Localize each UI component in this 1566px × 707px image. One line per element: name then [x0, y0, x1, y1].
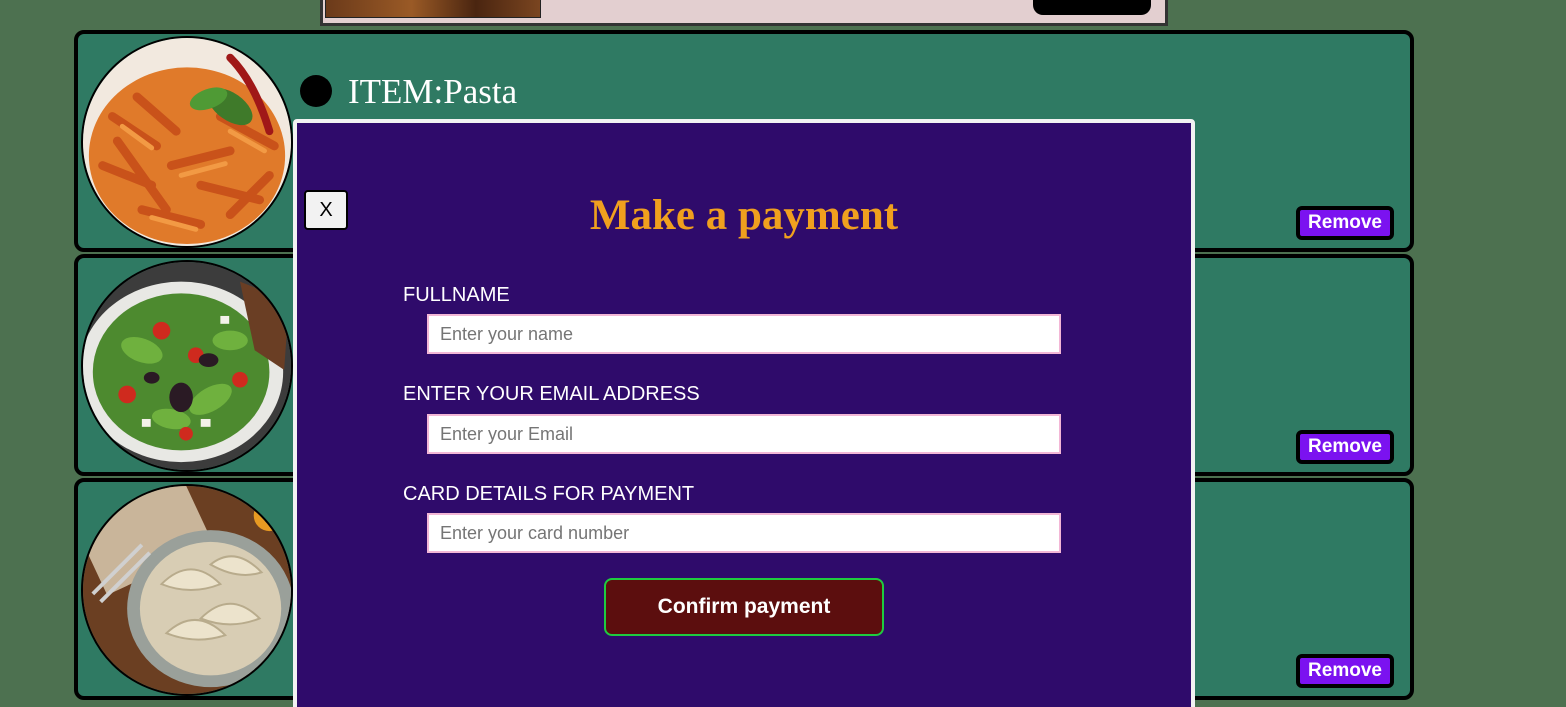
food-photo-icon — [325, 0, 541, 18]
pasta-photo-icon — [81, 36, 293, 248]
payment-modal: X Make a payment FULLNAME ENTER YOUR EMA… — [293, 119, 1195, 707]
card-details-label: CARD DETAILS FOR PAYMENT — [403, 483, 695, 505]
item-title: ITEM:Pasta — [348, 72, 518, 111]
card-number-input[interactable] — [427, 513, 1061, 553]
remove-button[interactable]: Remove — [1296, 654, 1394, 688]
email-label: ENTER YOUR EMAIL ADDRESS — [403, 383, 700, 405]
dumplings-photo-icon — [81, 484, 293, 696]
previous-card-partial — [320, 0, 1168, 26]
confirm-payment-button[interactable]: Confirm payment — [604, 578, 884, 636]
email-input[interactable] — [427, 414, 1061, 454]
fullname-input[interactable] — [427, 314, 1061, 354]
bullet-icon — [300, 75, 332, 107]
banner-button[interactable] — [1033, 0, 1151, 15]
fullname-label: FULLNAME — [403, 284, 510, 306]
page: ITEM:Pasta Remove Remove Remove X Make a… — [0, 0, 1566, 707]
remove-button[interactable]: Remove — [1296, 206, 1394, 240]
salad-photo-icon — [81, 260, 293, 472]
modal-title: Make a payment — [589, 192, 899, 239]
remove-button[interactable]: Remove — [1296, 430, 1394, 464]
